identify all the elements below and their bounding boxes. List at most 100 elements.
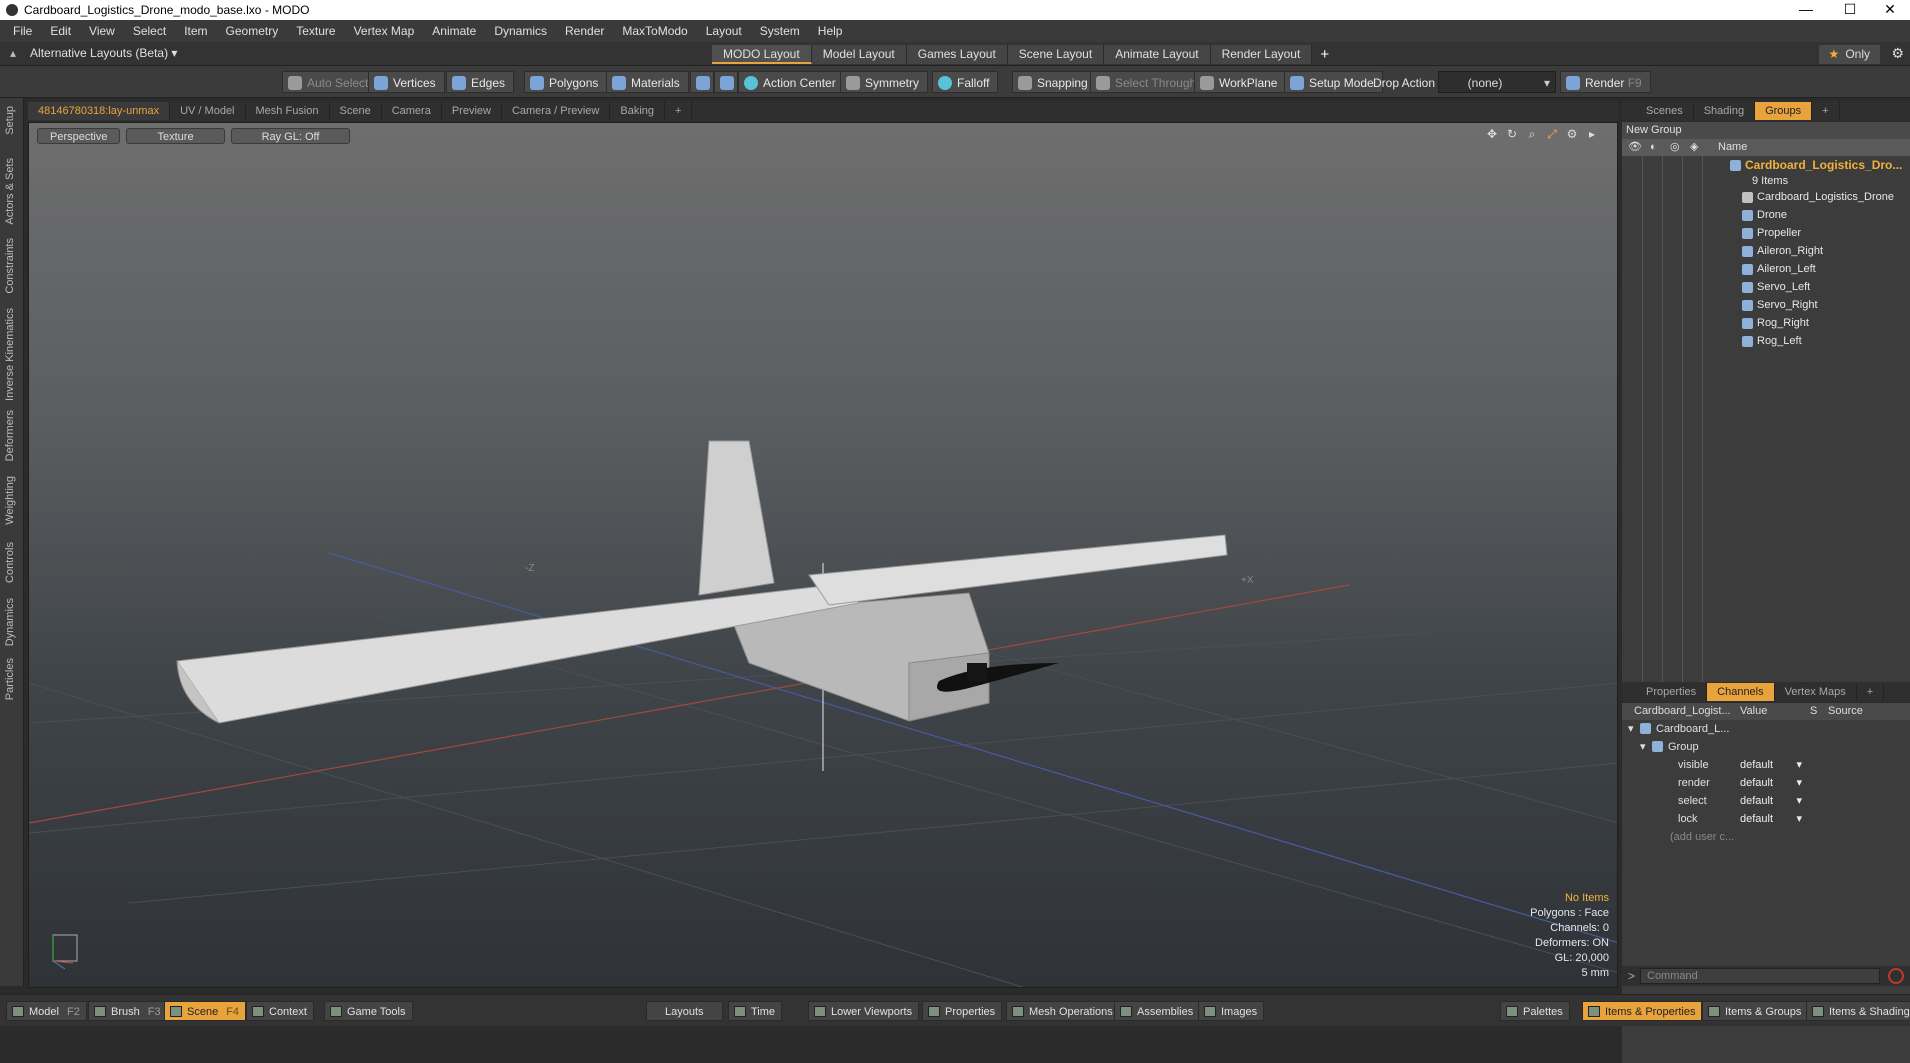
scene-mode-button[interactable]: Scene F4 <box>164 1001 247 1021</box>
menu-dynamics[interactable]: Dynamics <box>485 24 556 38</box>
tab-shading[interactable]: Shading <box>1694 102 1756 120</box>
tree-item[interactable]: Servo_Left <box>1622 278 1910 296</box>
item-mode-button[interactable] <box>690 71 714 93</box>
strip-tab-deformers[interactable]: Deformers <box>4 410 16 461</box>
menu-geometry[interactable]: Geometry <box>217 24 288 38</box>
strip-tab-inverse-kinematics[interactable]: Inverse Kinematics <box>4 308 16 401</box>
game-tools-button[interactable]: Game Tools <box>324 1001 413 1021</box>
menu-render[interactable]: Render <box>556 24 613 38</box>
channel-value-dropdown[interactable]: default <box>1740 810 1802 828</box>
channel-value-dropdown[interactable]: default <box>1740 792 1802 810</box>
tree-item[interactable]: Propeller <box>1622 224 1910 242</box>
lower-viewports-button[interactable]: Lower Viewports <box>808 1001 920 1021</box>
maximize-button[interactable]: ☐ <box>1830 0 1870 20</box>
tab-scenes[interactable]: Scenes <box>1636 102 1694 120</box>
alternative-layouts-dropdown[interactable]: ▴ Alternative Layouts (Beta) ▾ <box>10 46 177 60</box>
tree-item[interactable]: Aileron_Right <box>1622 242 1910 260</box>
tree-item[interactable]: Aileron_Left <box>1622 260 1910 278</box>
menu-maxtomodo[interactable]: MaxToModo <box>613 24 696 38</box>
tab-camera-preview[interactable]: Camera / Preview <box>502 102 611 120</box>
time-button[interactable]: Time <box>728 1001 783 1021</box>
tab-mesh-fusion[interactable]: Mesh Fusion <box>246 102 330 120</box>
add-layout-icon[interactable]: + <box>1312 45 1337 64</box>
menu-vertex-map[interactable]: Vertex Map <box>345 24 424 38</box>
images-button[interactable]: Images <box>1198 1001 1265 1021</box>
menu-system[interactable]: System <box>751 24 809 38</box>
tab-model-layout[interactable]: Model Layout <box>811 45 907 64</box>
channel-value-dropdown[interactable]: default <box>1740 774 1802 792</box>
menu-select[interactable]: Select <box>124 24 175 38</box>
tree-item[interactable]: Cardboard_Logistics_Drone <box>1622 188 1910 206</box>
menu-edit[interactable]: Edit <box>41 24 80 38</box>
zoom-view-icon[interactable]: ⌕ <box>1525 127 1539 141</box>
mesh-operations-button[interactable]: Mesh Operations <box>1006 1001 1120 1021</box>
snapping-button[interactable]: Snapping <box>1012 71 1097 93</box>
render-button[interactable]: Render F9 <box>1560 71 1651 93</box>
tab-channels[interactable]: Channels <box>1707 683 1775 701</box>
auto-select-button[interactable]: Auto Select <box>282 71 378 93</box>
raygl-toggle[interactable]: Ray GL: Off <box>230 128 351 144</box>
assemblies-button[interactable]: Assemblies <box>1114 1001 1201 1021</box>
items-properties-button[interactable]: Items & Properties <box>1582 1001 1703 1021</box>
setup-mode-button[interactable]: Setup Mode <box>1284 71 1383 93</box>
polygons-button[interactable]: Polygons <box>524 71 608 93</box>
menu-file[interactable]: File <box>4 24 41 38</box>
context-button[interactable]: Context <box>246 1001 314 1021</box>
strip-tab-actors-sets[interactable]: Actors & Sets <box>4 158 16 225</box>
tree-item[interactable]: Rog_Right <box>1622 314 1910 332</box>
select-through-button[interactable]: Select Through <box>1090 71 1206 93</box>
channel-value-dropdown[interactable]: default <box>1740 756 1802 774</box>
minimize-button[interactable]: — <box>1786 0 1826 20</box>
menu-item[interactable]: Item <box>175 24 216 38</box>
tab-lay-unmax[interactable]: 48146780318:lay-unmax <box>28 102 171 120</box>
tab-uv-model[interactable]: UV / Model <box>170 102 246 120</box>
items-shading-button[interactable]: Items & Shading <box>1806 1001 1910 1021</box>
tab-scene[interactable]: Scene <box>330 102 382 120</box>
pivot-mode-button[interactable] <box>714 71 738 93</box>
menu-layout[interactable]: Layout <box>697 24 751 38</box>
channel-row-visible[interactable]: visible default <box>1622 756 1910 774</box>
strip-tab-weighting[interactable]: Weighting <box>4 476 16 525</box>
falloff-button[interactable]: Falloff <box>932 71 999 93</box>
strip-tab-dynamics[interactable]: Dynamics <box>4 598 16 646</box>
viewport-settings-icon[interactable]: ⚙ <box>1565 127 1579 141</box>
symmetry-button[interactable]: Symmetry <box>840 71 928 93</box>
new-group-button[interactable]: New Group <box>1622 122 1910 139</box>
strip-tab-particles[interactable]: Particles <box>4 658 16 700</box>
palettes-button[interactable]: Palettes <box>1500 1001 1570 1021</box>
strip-tab-controls[interactable]: Controls <box>4 542 16 583</box>
tree-item[interactable]: Rog_Left <box>1622 332 1910 350</box>
tab-scene-layout[interactable]: Scene Layout <box>1007 45 1105 64</box>
menu-help[interactable]: Help <box>809 24 852 38</box>
tab-groups[interactable]: Groups <box>1755 102 1813 120</box>
menu-view[interactable]: View <box>80 24 124 38</box>
materials-button[interactable]: Materials <box>606 71 689 93</box>
tree-item[interactable]: Drone <box>1622 206 1910 224</box>
tab-render-layout[interactable]: Render Layout <box>1210 45 1313 64</box>
tab-properties[interactable]: Properties <box>1636 683 1708 701</box>
shading-mode-dropdown[interactable]: Texture <box>126 128 225 144</box>
action-center-button[interactable]: Action Center <box>738 71 845 93</box>
channel-row-render[interactable]: render default <box>1622 774 1910 792</box>
add-tab-icon[interactable]: + <box>665 102 693 120</box>
only-toggle[interactable]: ★ Only <box>1818 45 1880 64</box>
menu-animate[interactable]: Animate <box>423 24 485 38</box>
model-mode-button[interactable]: Model F2 <box>6 1001 87 1021</box>
close-button[interactable]: ✕ <box>1870 0 1910 20</box>
vertices-button[interactable]: Vertices <box>368 71 445 93</box>
edges-button[interactable]: Edges <box>446 71 515 93</box>
tab-preview[interactable]: Preview <box>442 102 502 120</box>
strip-tab-constraints[interactable]: Constraints <box>4 238 16 294</box>
command-input[interactable]: Command <box>1640 968 1880 984</box>
view-mode-dropdown[interactable]: Perspective <box>37 128 121 144</box>
workplane-button[interactable]: WorkPlane <box>1194 71 1287 93</box>
add-panel-tab-icon[interactable]: + <box>1857 683 1885 701</box>
layouts-button[interactable]: Layouts <box>646 1001 723 1021</box>
record-macro-icon[interactable] <box>1888 968 1904 984</box>
tab-baking[interactable]: Baking <box>610 102 666 120</box>
rotate-view-icon[interactable]: ↻ <box>1505 127 1519 141</box>
items-groups-button[interactable]: Items & Groups <box>1702 1001 1809 1021</box>
tab-games-layout[interactable]: Games Layout <box>906 45 1008 64</box>
tab-modo-layout[interactable]: MODO Layout <box>712 45 812 64</box>
viewport-menu-icon[interactable]: ▸ <box>1585 127 1599 141</box>
